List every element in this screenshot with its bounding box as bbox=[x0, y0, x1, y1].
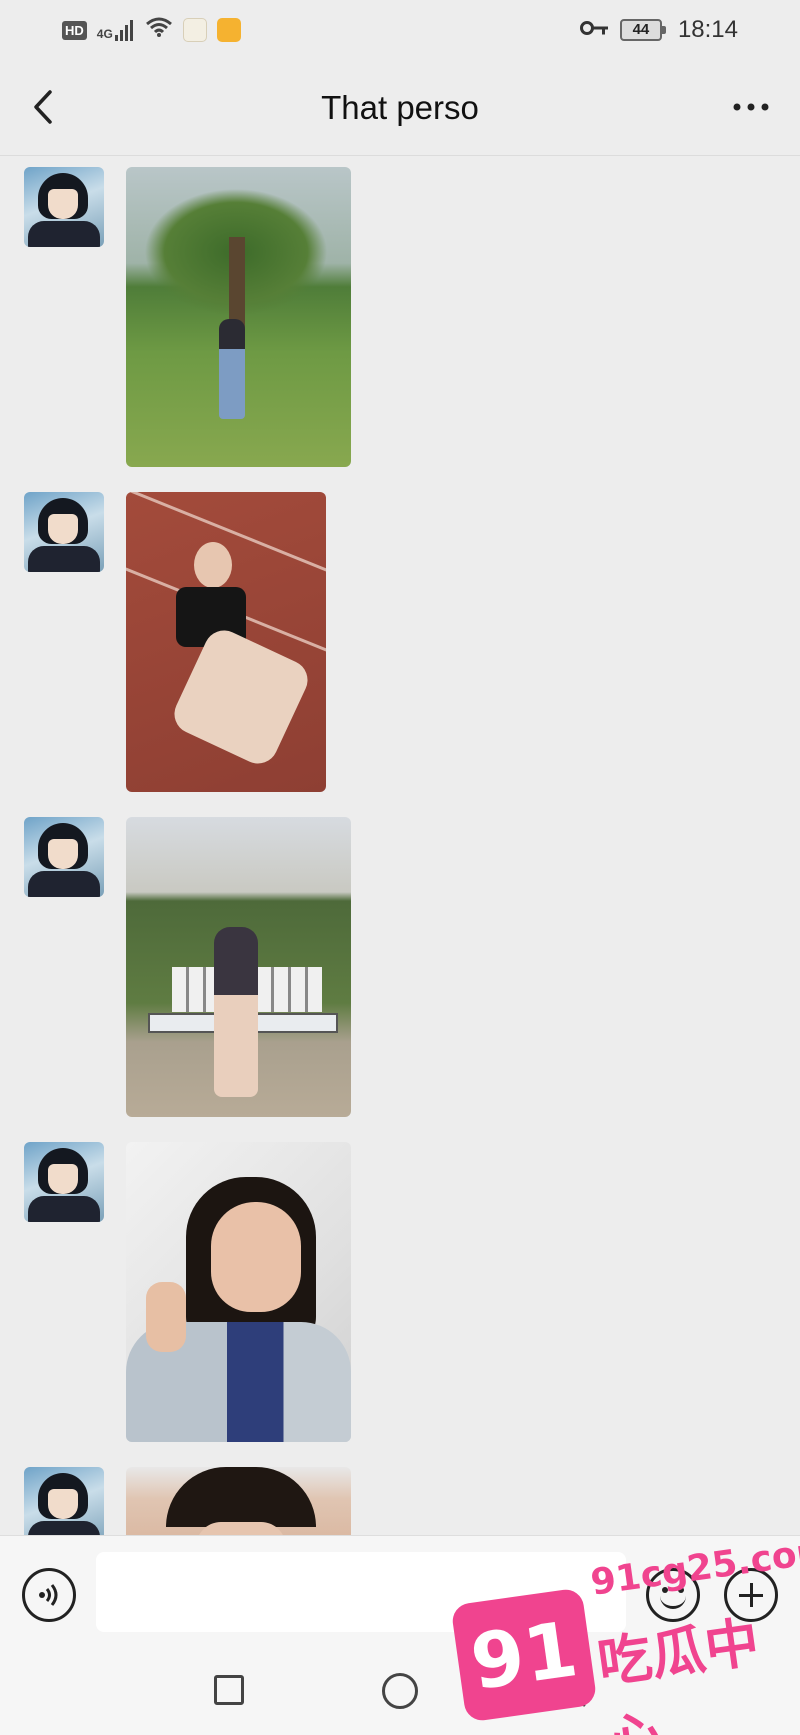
message-item bbox=[0, 1132, 800, 1442]
recent-apps-icon[interactable] bbox=[214, 1675, 244, 1705]
image-message[interactable] bbox=[126, 1467, 351, 1535]
chat-header: That perso bbox=[0, 60, 800, 156]
status-left: HD 4G bbox=[62, 16, 241, 45]
voice-icon bbox=[39, 1584, 58, 1606]
chevron-left-icon bbox=[34, 90, 52, 124]
image-message[interactable] bbox=[126, 1142, 351, 1442]
contact-avatar[interactable] bbox=[24, 817, 104, 897]
app-notification-icon-2 bbox=[216, 18, 241, 42]
contact-avatar[interactable] bbox=[24, 492, 104, 572]
clock: 18:14 bbox=[677, 16, 738, 43]
image-message[interactable] bbox=[126, 492, 326, 792]
voice-button[interactable] bbox=[22, 1568, 76, 1622]
watermark-badge: 91 bbox=[450, 1587, 598, 1723]
message-item bbox=[0, 157, 800, 467]
image-message[interactable] bbox=[126, 167, 351, 467]
page-title: That perso bbox=[321, 88, 479, 126]
hd-icon: HD bbox=[62, 20, 87, 40]
watermark: 91 91cg25.com 吃瓜中心 bbox=[450, 1529, 800, 1735]
app-notification-icon bbox=[182, 18, 207, 42]
contact-avatar[interactable] bbox=[24, 167, 104, 247]
watermark-site: 91cg25.com bbox=[588, 1529, 800, 1604]
watermark-text: 吃瓜中心 bbox=[593, 1610, 763, 1735]
chat-messages[interactable] bbox=[0, 157, 800, 1535]
signal-icon: 4G bbox=[97, 19, 135, 41]
home-icon[interactable] bbox=[382, 1673, 418, 1709]
image-message[interactable] bbox=[126, 817, 351, 1117]
key-icon bbox=[579, 16, 610, 44]
status-bar: HD 4G 44 18:14 bbox=[0, 0, 800, 60]
status-right: 44 18:14 bbox=[579, 16, 738, 44]
contact-avatar[interactable] bbox=[24, 1142, 104, 1222]
network-type-label: 4G bbox=[96, 27, 113, 41]
back-button[interactable] bbox=[22, 82, 72, 132]
wifi-icon bbox=[145, 16, 173, 45]
more-button[interactable] bbox=[726, 82, 776, 132]
more-dots-icon bbox=[733, 103, 769, 111]
battery-icon: 44 bbox=[619, 19, 666, 41]
contact-avatar[interactable] bbox=[24, 1467, 104, 1535]
message-item bbox=[0, 1457, 800, 1535]
message-item bbox=[0, 482, 800, 792]
message-item bbox=[0, 807, 800, 1117]
